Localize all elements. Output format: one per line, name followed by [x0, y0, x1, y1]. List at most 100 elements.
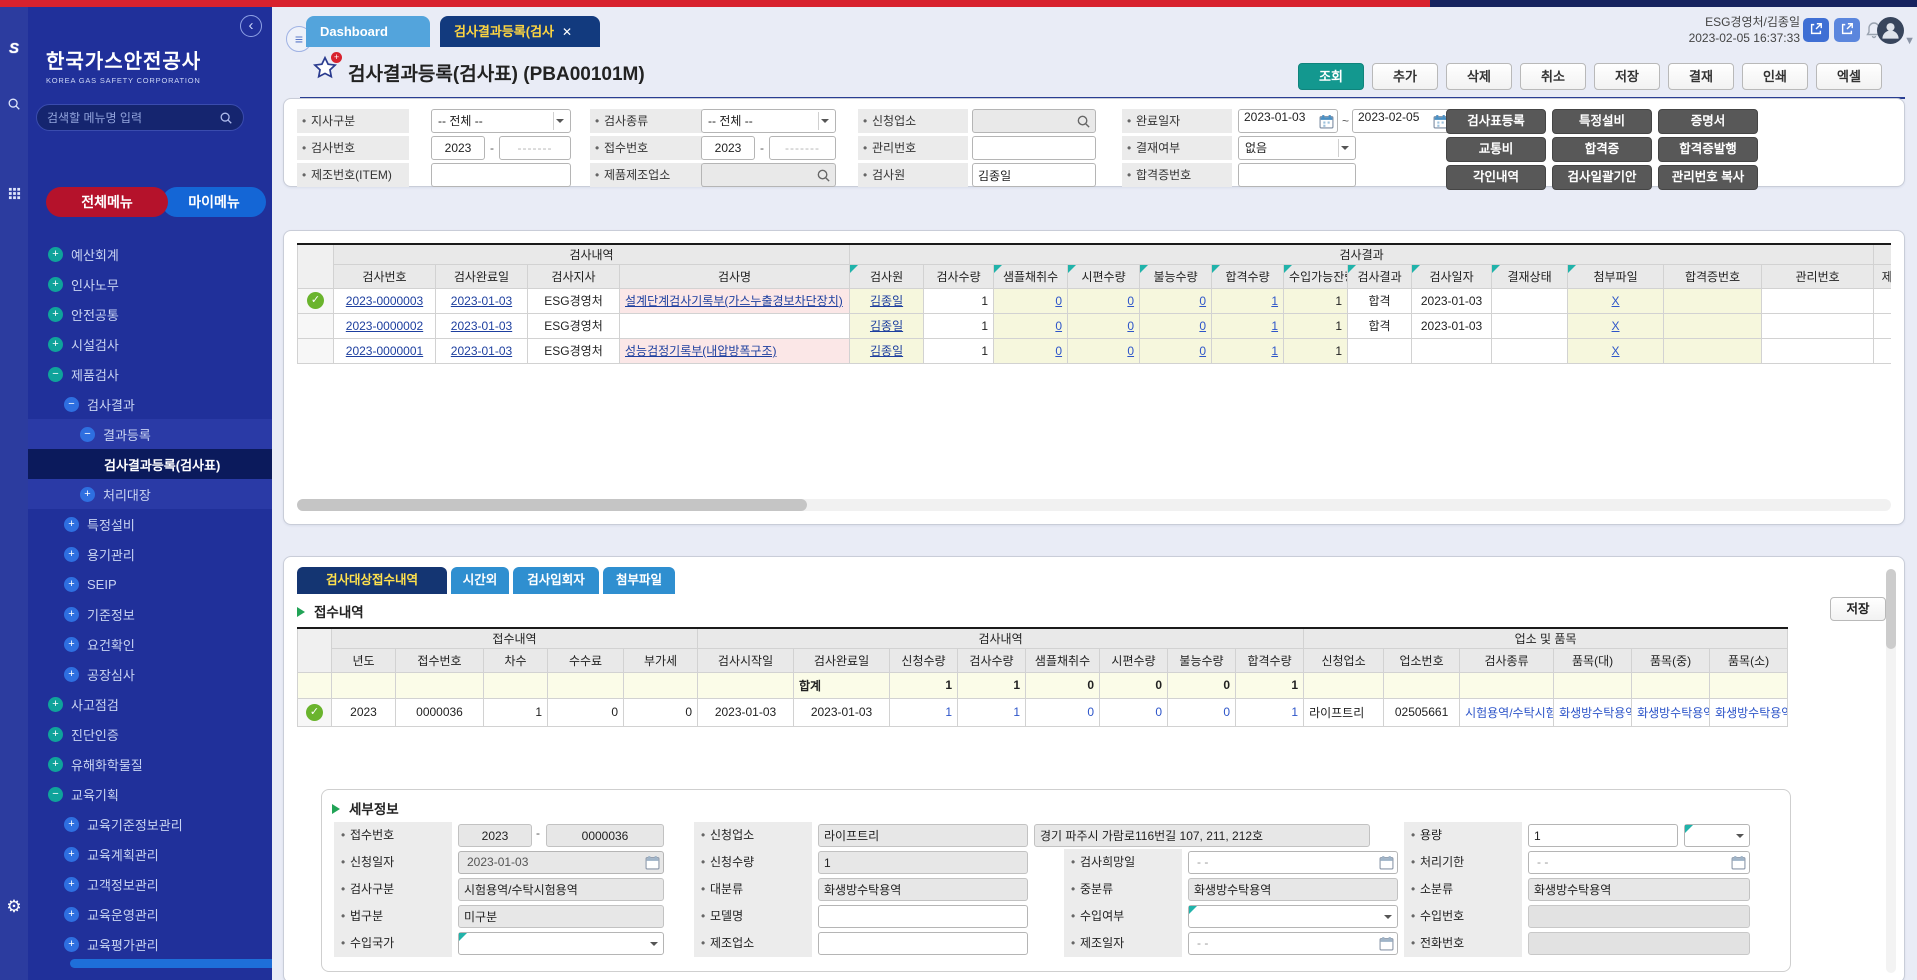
- sidebar-item-container-mgmt[interactable]: +용기관리: [28, 539, 272, 569]
- cell-fail[interactable]: 0: [1140, 338, 1212, 363]
- detail-receipt-serial-input[interactable]: [546, 824, 664, 847]
- search-icon[interactable]: [0, 97, 28, 114]
- cell-pass[interactable]: 1: [1212, 338, 1284, 363]
- detail-shop-address-input[interactable]: [1034, 824, 1370, 847]
- cell-complete-date[interactable]: 2023-01-03: [436, 313, 528, 338]
- chevron-down-icon[interactable]: ▼: [1904, 35, 1915, 47]
- col-item-large[interactable]: 품목(대): [1554, 648, 1632, 672]
- apply-shop-input[interactable]: [972, 109, 1096, 133]
- detail-law-type-input[interactable]: [458, 905, 664, 928]
- receipt-no-year-input[interactable]: [701, 136, 755, 160]
- cell-attachment[interactable]: X: [1568, 338, 1664, 363]
- detail-deadline-date[interactable]: - -: [1528, 851, 1750, 874]
- col-pass[interactable]: 합격수량: [1212, 264, 1284, 288]
- cell-piece[interactable]: 0: [1068, 338, 1140, 363]
- cell-pass[interactable]: 1: [1212, 288, 1284, 313]
- col-pass[interactable]: 합격수량: [1236, 648, 1304, 672]
- sidebar-item-factory-audit[interactable]: +공장심사: [28, 659, 272, 689]
- col-apply-shop[interactable]: 신청업소: [1304, 648, 1384, 672]
- col-etc[interactable]: 제조번호: [1874, 264, 1891, 288]
- sidebar-item-hazardous-chem[interactable]: +유해화학물질: [28, 749, 272, 779]
- detail-apply-date[interactable]: 2023-01-03: [458, 851, 664, 874]
- sidebar-item-hr[interactable]: +인사노무: [28, 269, 272, 299]
- cell-sample[interactable]: 0: [994, 313, 1068, 338]
- col-fail[interactable]: 불능수량: [1168, 648, 1236, 672]
- item-no-input[interactable]: [431, 163, 571, 187]
- tab-inspection-witness[interactable]: 검사입회자: [513, 567, 599, 594]
- calendar-icon[interactable]: [645, 855, 660, 870]
- cell-fail[interactable]: 0: [1140, 313, 1212, 338]
- receipt-no-serial-input[interactable]: [769, 136, 836, 160]
- add-button[interactable]: 추가: [1372, 63, 1438, 90]
- col-import-remain[interactable]: 수입가능잔량: [1284, 264, 1348, 288]
- scrollbar-thumb[interactable]: [297, 499, 807, 511]
- search-icon[interactable]: [219, 111, 233, 125]
- print-button[interactable]: 인쇄: [1742, 63, 1808, 90]
- detail-capacity-input[interactable]: [1528, 824, 1678, 847]
- col-inspection-name[interactable]: 검사명: [620, 264, 850, 288]
- calendar-icon[interactable]: [1379, 936, 1394, 951]
- cell-piece[interactable]: 0: [1068, 288, 1140, 313]
- delete-button[interactable]: 삭제: [1446, 63, 1512, 90]
- detail-category-middle-input[interactable]: [1188, 878, 1398, 901]
- col-piece[interactable]: 시편수량: [1100, 648, 1168, 672]
- calendar-icon[interactable]: [1379, 855, 1394, 870]
- cell-complete-date[interactable]: 2023-01-03: [436, 338, 528, 363]
- cell-inspection-no[interactable]: 2023-0000003: [334, 288, 436, 313]
- sidebar-item-edu-plan-mgmt[interactable]: +교육계획관리: [28, 839, 272, 869]
- detail-import-yn-select[interactable]: [1188, 905, 1398, 928]
- inspection-sheet-register-button[interactable]: 검사표등록: [1446, 109, 1546, 134]
- table-row[interactable]: 2023-0000002 2023-01-03 ESG경영처 김종일 1 0 0…: [298, 313, 1892, 338]
- col-inspector[interactable]: 검사원: [850, 264, 924, 288]
- sidebar-item-edu-evaluation-mgmt[interactable]: +교육평가관리: [28, 929, 272, 959]
- detail-category-large-input[interactable]: [818, 878, 1028, 901]
- col-shop-no[interactable]: 업소번호: [1384, 648, 1460, 672]
- inspection-type-select[interactable]: -- 전체 --: [701, 109, 836, 133]
- sidebar-item-edu-standard-info[interactable]: +교육기준정보관리: [28, 809, 272, 839]
- detail-apply-qty-input[interactable]: [818, 851, 1028, 874]
- cell-attachment[interactable]: X: [1568, 313, 1664, 338]
- cell-inspection-name[interactable]: [620, 313, 850, 338]
- cell-inspection-name[interactable]: 성능검정기록부(내압방폭구조): [620, 338, 850, 363]
- menu-search-input[interactable]: [47, 111, 219, 125]
- tab-dashboard[interactable]: Dashboard: [306, 16, 430, 47]
- cell-attachment[interactable]: X: [1568, 288, 1664, 313]
- pass-cert-issue-button[interactable]: 합격증발행: [1658, 137, 1758, 162]
- detail-maker-input[interactable]: [818, 932, 1028, 955]
- complete-date-to[interactable]: 2023-02-05: [1352, 109, 1452, 133]
- table-row[interactable]: ✓ 2023-0000003 2023-01-03 ESG경영처 설계단계검사기…: [298, 288, 1892, 313]
- transport-fee-button[interactable]: 교통비: [1446, 137, 1546, 162]
- detail-vertical-scrollbar[interactable]: [1886, 569, 1896, 973]
- sidebar-item-result-register[interactable]: −결과등록: [28, 419, 272, 449]
- tab-receipt-detail[interactable]: 검사대상접수내역: [297, 567, 447, 594]
- table-row[interactable]: ✓ 2023 0000036 1 0 0 2023-01-03 2023-01-…: [298, 698, 1788, 726]
- tab-all-menu[interactable]: 전체메뉴: [46, 187, 168, 217]
- cell-piece[interactable]: 0: [1068, 313, 1140, 338]
- favorite-star-icon[interactable]: +: [312, 55, 340, 83]
- sidebar-item-specific-equipment[interactable]: +특정설비: [28, 509, 272, 539]
- col-branch[interactable]: 검사지사: [528, 264, 620, 288]
- settings-gear-icon[interactable]: ⚙: [0, 897, 28, 917]
- engrave-history-button[interactable]: 각인내역: [1446, 165, 1546, 190]
- sidebar-item-process-ledger[interactable]: +처리대장: [28, 479, 272, 509]
- open-popup-button[interactable]: [1834, 18, 1860, 42]
- sidebar-item-diagnosis-cert[interactable]: +진단인증: [28, 719, 272, 749]
- mgmt-no-input[interactable]: [972, 136, 1096, 160]
- sidebar-item-facility-inspection[interactable]: +시설검사: [28, 329, 272, 359]
- section-save-button[interactable]: 저장: [1830, 597, 1886, 621]
- cell-inspection-no[interactable]: 2023-0000002: [334, 313, 436, 338]
- scrollbar-thumb[interactable]: [1886, 569, 1896, 649]
- excel-button[interactable]: 엑셀: [1816, 63, 1882, 90]
- sidebar-item-safety-common[interactable]: +안전공통: [28, 299, 272, 329]
- specific-equipment-button[interactable]: 특정설비: [1552, 109, 1652, 134]
- sidebar-item-inspection-result[interactable]: −검사결과: [28, 389, 272, 419]
- sidebar-item-customer-info-mgmt[interactable]: +고객정보관리: [28, 869, 272, 899]
- approve-status-select[interactable]: 없음: [1238, 136, 1356, 160]
- col-complete-date[interactable]: 검사완료일: [436, 264, 528, 288]
- pass-cert-button[interactable]: 합격증: [1552, 137, 1652, 162]
- col-order[interactable]: 차수: [484, 648, 548, 672]
- cell-sample[interactable]: 0: [994, 338, 1068, 363]
- cert-no-input[interactable]: [1238, 163, 1356, 187]
- col-inspection-date[interactable]: 검사일자: [1412, 264, 1492, 288]
- cell-pass[interactable]: 1: [1212, 313, 1284, 338]
